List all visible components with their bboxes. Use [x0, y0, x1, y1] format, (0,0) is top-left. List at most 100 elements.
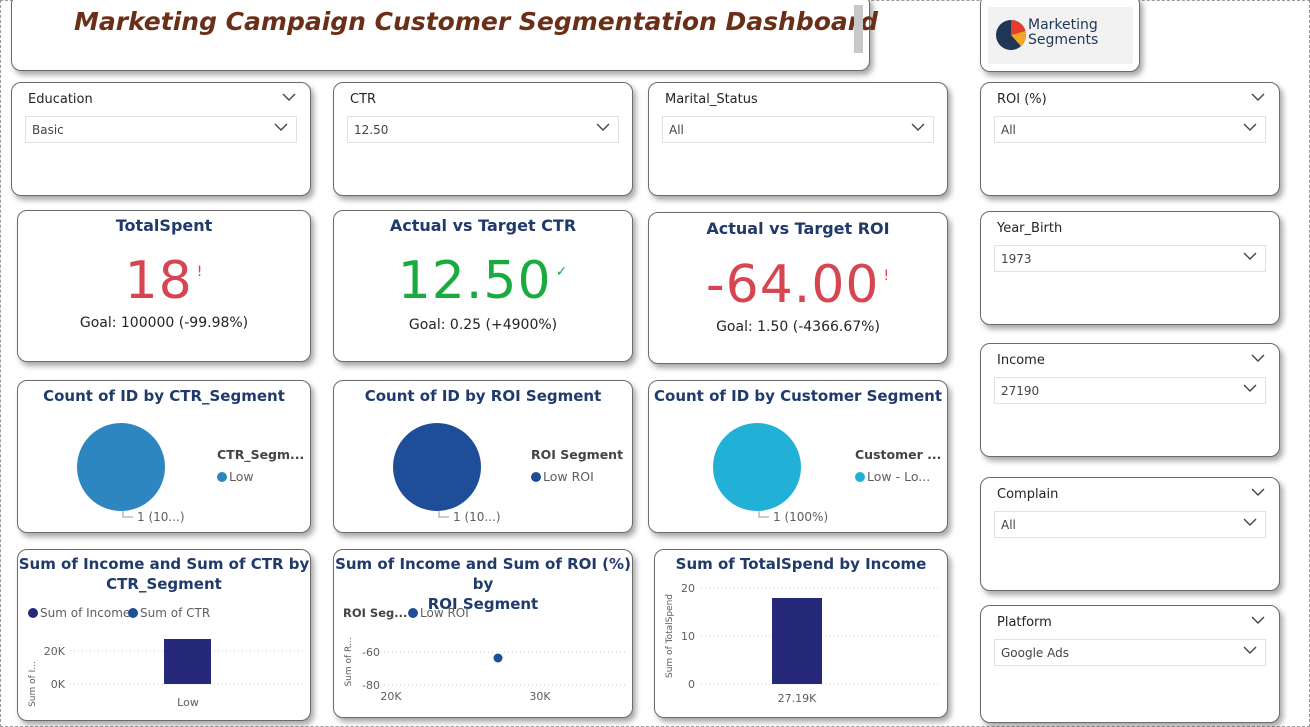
year-birth-value: 1973	[1001, 252, 1032, 266]
legend-item-label: Low - Lo...	[867, 469, 931, 484]
pie-data-label: 1 (10...)	[453, 510, 501, 524]
marital-status-slicer[interactable]: Marital_Status All	[648, 82, 948, 196]
year-birth-slicer[interactable]: Year_Birth 1973	[980, 211, 1280, 325]
marital-status-dropdown[interactable]: All	[662, 116, 934, 143]
legend-dot	[855, 472, 865, 482]
chevron-down-icon[interactable]	[274, 123, 288, 132]
alert-icon: !	[196, 264, 204, 280]
y-tick-label: 10	[681, 630, 695, 643]
roi-slicer[interactable]: ROI (%) All	[980, 82, 1280, 196]
education-value: Basic	[32, 123, 64, 137]
ctr-slicer[interactable]: CTR 12.50	[333, 82, 633, 196]
chevron-down-icon[interactable]	[911, 123, 925, 132]
chevron-down-icon[interactable]	[1243, 123, 1257, 132]
kpi-goal: Goal: 1.50 (-4366.67%)	[716, 319, 880, 335]
x-tick-label: 27.19K	[778, 692, 817, 705]
legend-item-label: Low ROI	[420, 606, 469, 620]
income-slicer[interactable]: Income 27190	[980, 343, 1280, 457]
chevron-down-icon[interactable]	[282, 93, 296, 102]
year-birth-dropdown[interactable]: 1973	[994, 245, 1266, 272]
total-spent-kpi[interactable]: TotalSpent 18! Goal: 100000 (-99.98%)	[17, 210, 311, 362]
chart-title: Sum of Income and Sum of ROI (%) by ROI …	[334, 554, 632, 614]
pie-data-label: 1 (10...)	[137, 510, 185, 524]
roi-dropdown[interactable]: All	[994, 116, 1266, 143]
title-card: Marketing Campaign Customer Segmentation…	[11, 0, 878, 71]
complain-dropdown[interactable]: All	[994, 511, 1266, 538]
y-tick-label: 20	[681, 582, 695, 595]
income-dropdown[interactable]: 27190	[994, 377, 1266, 404]
legend-item[interactable]: Sum of Income	[28, 606, 130, 620]
legend-item[interactable]: Low ROI	[531, 469, 594, 484]
complain-value: All	[1001, 518, 1016, 532]
ctr-value: 12.50	[354, 123, 389, 137]
ctr-segment-pie-card[interactable]: Count of ID by CTR_Segment 1 (10...) CTR…	[17, 380, 311, 533]
logo-card: Marketing Segments	[980, 0, 1140, 72]
pie-slice-low-roi[interactable]	[393, 423, 481, 511]
x-tick-label: 20K	[380, 690, 402, 703]
customer-segment-pie-card[interactable]: Count of ID by Customer Segment 1 (100%)…	[648, 380, 948, 533]
legend-item-label: Sum of CTR	[140, 606, 211, 620]
legend-title: Customer ...	[855, 447, 942, 462]
platform-slicer[interactable]: Platform Google Ads	[980, 605, 1280, 723]
y-axis-label: Sum of R...	[344, 637, 354, 686]
kpi-title: TotalSpent	[115, 216, 213, 235]
check-icon: ✓	[555, 264, 569, 280]
bar-total-spend[interactable]	[772, 598, 822, 684]
legend-dot	[408, 608, 418, 618]
chevron-down-icon[interactable]	[596, 123, 610, 132]
chevron-down-icon[interactable]	[1243, 646, 1257, 655]
pie-leader-line	[122, 511, 133, 518]
chevron-down-icon[interactable]	[1243, 384, 1257, 393]
roi-slicer-label: ROI (%)	[997, 92, 1047, 107]
education-dropdown[interactable]: Basic	[25, 116, 297, 143]
legend-item[interactable]: Low - Lo...	[855, 469, 930, 484]
legend-item[interactable]: Sum of CTR	[128, 606, 210, 620]
ctr-dropdown[interactable]: 12.50	[347, 116, 619, 143]
kpi-value: 12.50	[397, 251, 552, 311]
legend-item[interactable]: Low ROI	[408, 606, 469, 620]
chart-title: Sum of TotalSpend by Income	[675, 555, 927, 573]
platform-dropdown[interactable]: Google Ads	[994, 639, 1266, 666]
logo-line2: Segments	[1028, 32, 1099, 48]
year-birth-slicer-label: Year_Birth	[997, 221, 1063, 236]
chevron-down-icon[interactable]	[1251, 93, 1265, 102]
education-slicer[interactable]: Education Basic	[11, 82, 311, 196]
title-scrollbar[interactable]	[854, 5, 863, 53]
income-roi-chart-card[interactable]: Sum of Income and Sum of ROI (%) by ROI …	[333, 549, 633, 718]
income-ctr-bar-chart: Sum of I... 20K 0K Low	[28, 639, 303, 709]
education-slicer-label: Education	[28, 92, 93, 107]
pie-leader-line	[438, 511, 449, 518]
y-axis-label: Sum of TotalSpend	[665, 594, 675, 678]
marital-status-slicer-label: Marital_Status	[665, 92, 758, 107]
chevron-down-icon[interactable]	[1243, 252, 1257, 261]
kpi-value-wrap: -64.00!	[649, 255, 947, 315]
y-tick-label: 20K	[44, 645, 66, 658]
legend-dot	[531, 472, 541, 482]
x-tick-label: 30K	[529, 690, 551, 703]
legend-item[interactable]: Low	[217, 469, 254, 484]
kpi-goal: Goal: 100000 (-99.98%)	[79, 315, 249, 331]
chevron-down-icon[interactable]	[1251, 354, 1265, 363]
complain-slicer[interactable]: Complain All	[980, 477, 1280, 591]
x-tick-label: Low	[177, 696, 199, 709]
legend-item-label: Sum of Income	[40, 606, 131, 620]
roi-segment-pie-card[interactable]: Count of ID by ROI Segment 1 (10...) ROI…	[333, 380, 633, 533]
y-tick-label: -60	[362, 646, 380, 659]
chevron-down-icon[interactable]	[1243, 518, 1257, 527]
scatter-point-low-roi[interactable]	[493, 653, 503, 663]
roi-kpi[interactable]: Actual vs Target ROI -64.00! Goal: 1.50 …	[648, 212, 948, 364]
kpi-title: Actual vs Target ROI	[706, 219, 890, 238]
alert-icon: !	[883, 268, 891, 284]
chevron-down-icon[interactable]	[1251, 488, 1265, 497]
pie-slice-low[interactable]	[77, 423, 165, 511]
platform-value: Google Ads	[1001, 646, 1069, 660]
chevron-down-icon[interactable]	[1251, 616, 1265, 625]
ctr-kpi[interactable]: Actual vs Target CTR 12.50 ✓ Goal: 0.25 (…	[333, 210, 633, 362]
income-ctr-chart-card[interactable]: Sum of Income and Sum of CTR by CTR_Segm…	[17, 549, 311, 721]
pie-slice-low[interactable]	[713, 423, 801, 511]
pie-chart	[77, 423, 165, 518]
income-value: 27190	[1001, 384, 1040, 398]
kpi-title: Actual vs Target CTR	[389, 216, 577, 235]
spend-income-chart-card[interactable]: Sum of TotalSpend by Income Sum of Total…	[654, 549, 948, 718]
bar-sum-of-income[interactable]	[164, 639, 211, 684]
